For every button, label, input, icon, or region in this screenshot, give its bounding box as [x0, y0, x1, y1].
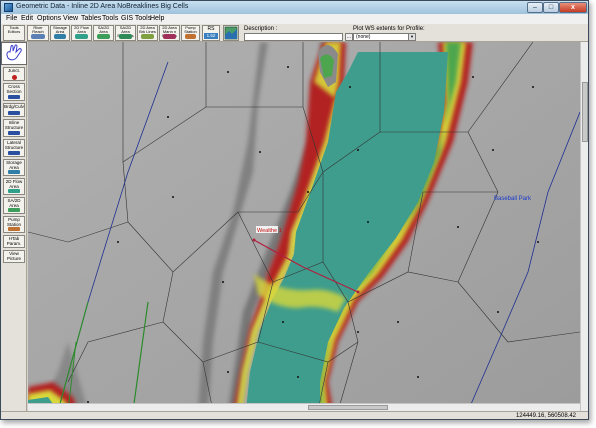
break-lines-label: 2D Area Brk Lines	[139, 26, 156, 34]
break-lines-button[interactable]: 2D Area Brk Lines	[137, 25, 158, 41]
left-toolbar: Junct. Cross Section Brdg/Culv Inline St…	[1, 42, 27, 411]
geometric-data-window: Geometric Data - Inline 2D Area NoBreakl…	[0, 0, 589, 420]
menu-edit[interactable]: Edit	[21, 15, 33, 22]
storage-area-left-icon	[8, 170, 20, 174]
rs-button[interactable]: RS 1.52	[202, 25, 220, 41]
cross-section-label: Cross Section	[6, 84, 22, 94]
storage-area-button[interactable]: Storage Area	[50, 25, 70, 41]
plot-ws-value: (none)	[356, 34, 371, 40]
horizontal-scroll-thumb[interactable]	[308, 405, 388, 410]
sa-2d-conn-left-button[interactable]: SA/2D Area Conn	[3, 197, 25, 214]
plot-ws-label: Plot WS extents for Profile:	[353, 26, 425, 32]
river-reach-icon	[31, 34, 45, 39]
app-icon	[4, 3, 13, 12]
junction-dot-icon	[12, 75, 17, 80]
pump-station-left-icon	[8, 227, 20, 231]
2d-flow-area-button[interactable]: 2D Flow Area	[71, 25, 92, 41]
bc-lines-icon	[119, 34, 132, 39]
chevron-down-icon[interactable]: ▼	[408, 34, 415, 40]
rs-value: 1.52	[204, 33, 218, 39]
vertical-scroll-thumb[interactable]	[582, 82, 588, 142]
sa-2d-conn-left-icon	[8, 208, 20, 212]
plot-ws-select[interactable]: (none) ▼	[353, 33, 416, 41]
inline-structure-label-group[interactable]: Wealthe 1	[256, 226, 282, 234]
inline-structure-label: Wealthe 1	[257, 228, 282, 234]
river-reach-button[interactable]: River Reach	[27, 25, 49, 41]
menu-bar: File Edit Options View Tables Tools GIS …	[1, 14, 588, 24]
river-reach-label: River Reach	[32, 26, 44, 34]
hand-pointer-icon	[6, 44, 22, 61]
menu-view[interactable]: View	[63, 15, 78, 22]
view-picture-button[interactable]: View Picture	[3, 250, 25, 263]
view-picture-toolbar-button[interactable]	[223, 25, 239, 41]
status-bar: 124449.16, 560508.42	[1, 411, 588, 419]
pump-station-left-label: Pump Station	[6, 217, 21, 227]
sa-2d-conn-icon	[97, 34, 110, 39]
lateral-structure-button[interactable]: Lateral Structure	[3, 139, 25, 157]
lateral-structure-label: Lateral Structure	[4, 140, 24, 150]
menu-tools[interactable]: Tools	[102, 15, 118, 22]
mann-regions-icon	[163, 34, 176, 39]
horizontal-scrollbar[interactable]	[28, 403, 580, 411]
bridge-culvert-icon	[8, 111, 20, 115]
storage-area-left-button[interactable]: Storage Area	[3, 159, 25, 176]
pump-station-button[interactable]: Pump Station	[181, 25, 200, 41]
coordinates-readout: 124449.16, 560508.42	[515, 413, 576, 419]
cross-section-icon	[8, 95, 20, 99]
menu-gis-tools[interactable]: GIS Tools	[121, 15, 151, 22]
menu-options[interactable]: Options	[37, 15, 61, 22]
tools-editors-label: Tools Editors	[7, 26, 21, 34]
minimize-button[interactable]: –	[527, 2, 543, 13]
inline-structure-icon	[8, 131, 20, 135]
2d-flow-area-left-icon	[8, 189, 20, 193]
tools-editors-button[interactable]: Tools Editors	[3, 25, 25, 41]
description-input[interactable]	[244, 33, 343, 41]
menu-tables[interactable]: Tables	[81, 15, 101, 22]
mann-regions-button[interactable]: 2D Area Mann n Regions	[159, 25, 180, 41]
htab-param-label: HTab Param.	[6, 236, 22, 246]
bridge-culvert-label: Brdg/Culv	[4, 104, 24, 109]
sa-2d-conn-button[interactable]: SA/2D Area Conn	[93, 25, 114, 41]
2d-flow-area-left-button[interactable]: 2D Flow Area	[3, 178, 25, 195]
description-label: Description :	[244, 26, 278, 32]
menu-file[interactable]: File	[6, 15, 17, 22]
inline-structure-node-1	[252, 238, 256, 242]
description-more-button[interactable]: ...	[345, 33, 353, 41]
junction-button[interactable]: Junct.	[3, 67, 25, 81]
map-svg[interactable]: Wealthe 1 Baseball Park	[28, 42, 580, 411]
toolbar: Tools Editors River Reach Storage Area 2…	[1, 24, 588, 42]
break-lines-icon	[141, 34, 154, 39]
vertical-scrollbar[interactable]	[580, 42, 588, 411]
pump-station-left-button[interactable]: Pump Station	[3, 216, 25, 233]
pointer-tool-button[interactable]	[1, 42, 27, 65]
2d-flow-area-left-label: 2D Flow Area	[5, 179, 23, 189]
view-picture-label: View Picture	[6, 251, 21, 261]
2d-flow-area-icon	[75, 34, 88, 39]
pump-station-icon	[185, 34, 196, 39]
inline-structure-button[interactable]: Inline Structure	[3, 119, 25, 137]
storage-area-left-label: Storage Area	[6, 160, 22, 170]
lateral-structure-icon	[8, 151, 20, 155]
storage-area-label: Storage Area	[52, 26, 67, 34]
htab-param-button[interactable]: HTab Param.	[3, 235, 25, 248]
menu-help[interactable]: Help	[150, 15, 164, 22]
inline-structure-label: Inline Structure	[4, 120, 24, 130]
cross-section-button[interactable]: Cross Section	[3, 83, 25, 101]
close-button[interactable]: x	[559, 2, 587, 13]
map-picture-icon	[224, 26, 238, 40]
2d-flow-area-label: 2D Flow Area	[74, 26, 89, 34]
map-canvas[interactable]: Wealthe 1 Baseball Park	[28, 42, 580, 411]
maximize-button[interactable]: □	[543, 2, 559, 13]
junction-label: Junct.	[7, 68, 20, 73]
bridge-culvert-button[interactable]: Brdg/Culv	[3, 103, 25, 117]
window-title: Geometric Data - Inline 2D Area NoBreakl…	[16, 3, 189, 10]
bc-lines-button[interactable]: SA/2D Area BC Lines	[115, 25, 136, 41]
title-bar[interactable]: Geometric Data - Inline 2D Area NoBreakl…	[1, 1, 588, 14]
inline-structure-node-2	[356, 290, 360, 294]
rs-label: RS	[207, 26, 215, 32]
place-label: Baseball Park	[494, 196, 532, 202]
pump-station-label: Pump Station	[184, 26, 197, 34]
storage-area-icon	[54, 34, 66, 39]
